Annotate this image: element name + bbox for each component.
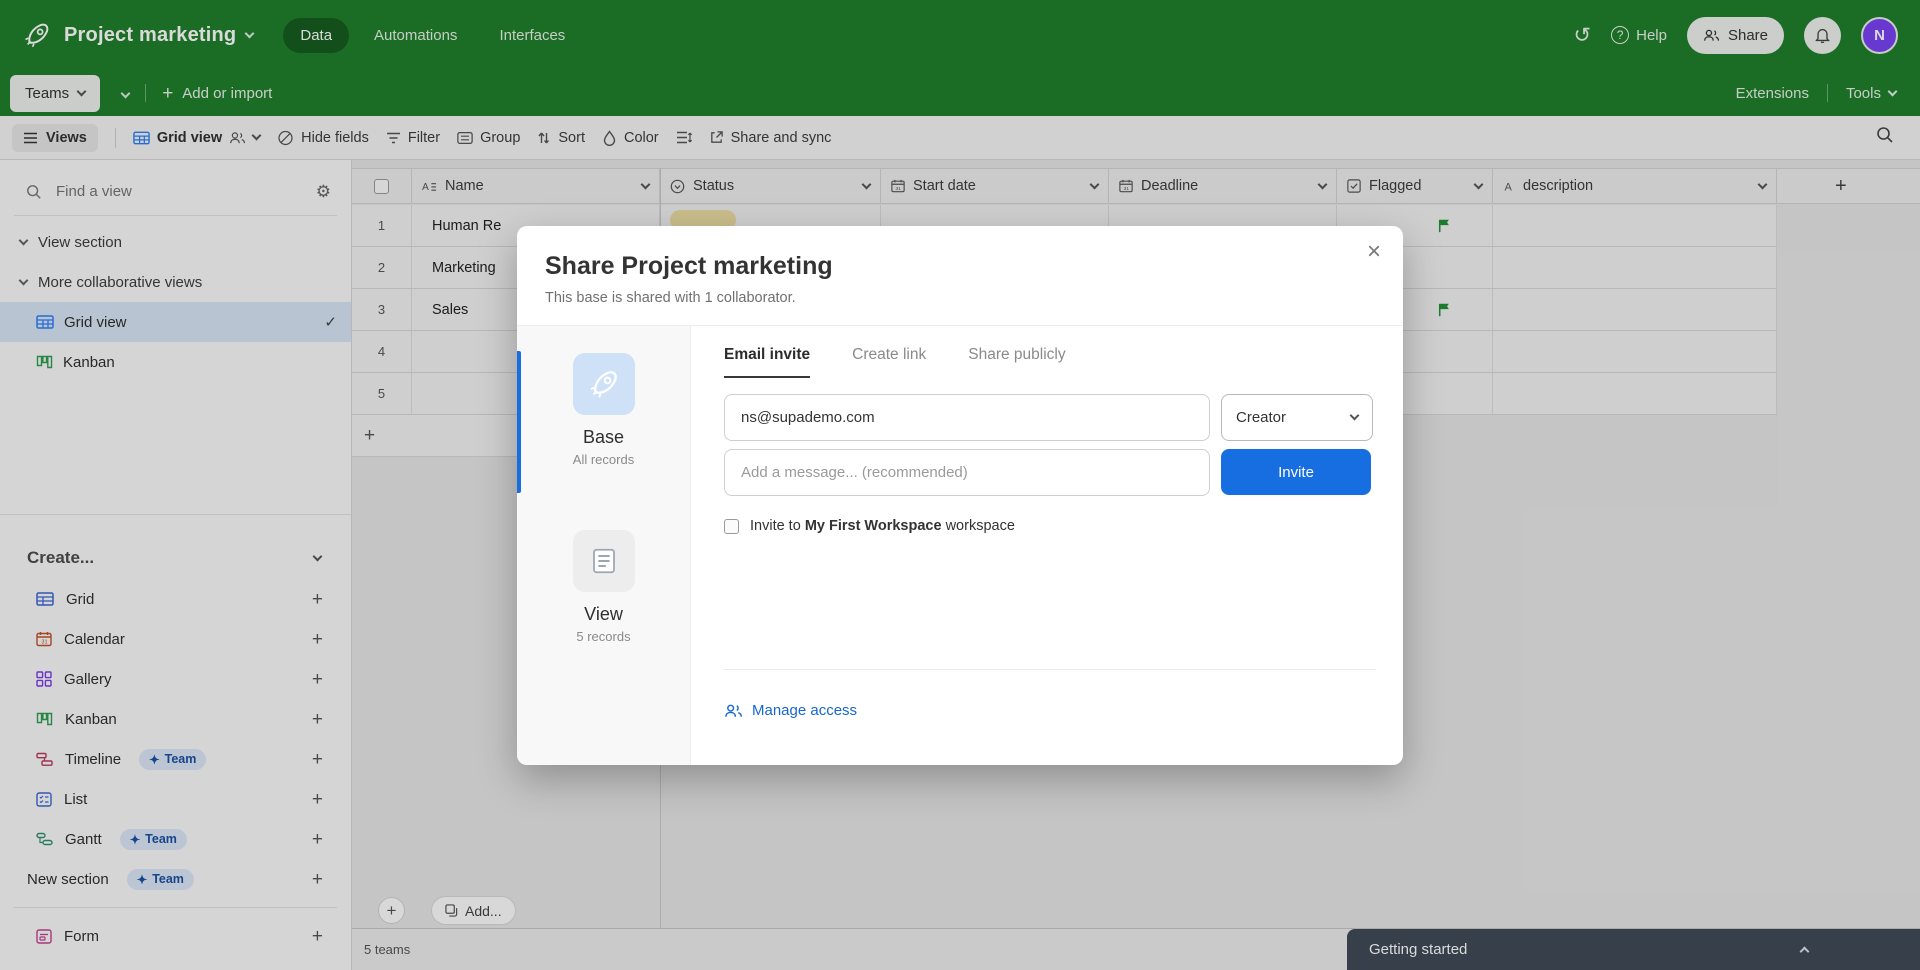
invite-row: Creator	[724, 394, 1376, 441]
workspace-name: My First Workspace	[805, 518, 942, 534]
scope-item-base[interactable]: Base All records	[517, 353, 690, 493]
share-dialog-header: Share Project marketing This base is sha…	[517, 226, 1403, 326]
email-input[interactable]	[724, 394, 1210, 441]
scope-label: View	[584, 604, 623, 625]
workspace-invite-label: Invite to My First Workspace workspace	[750, 518, 1015, 534]
message-input[interactable]	[724, 449, 1210, 496]
share-dialog-footer: Manage access	[724, 669, 1376, 765]
scope-item-view[interactable]: View 5 records	[517, 530, 690, 670]
share-scope-rail: Base All records View 5 records	[517, 326, 691, 765]
workspace-invite-checkbox[interactable]	[724, 519, 739, 534]
app-window: Project marketing Data Automations Inter…	[0, 0, 1920, 970]
share-dialog: Share Project marketing This base is sha…	[517, 226, 1403, 765]
tab-share-publicly[interactable]: Share publicly	[968, 346, 1065, 378]
share-dialog-content: Email invite Create link Share publicly …	[691, 326, 1403, 765]
share-dialog-body: Base All records View 5 records Email in…	[517, 326, 1403, 765]
base-tile	[573, 353, 635, 415]
workspace-invite-row: Invite to My First Workspace workspace	[724, 518, 1376, 534]
manage-access-link[interactable]: Manage access	[752, 702, 857, 719]
permission-value: Creator	[1236, 409, 1286, 426]
dialog-subtitle: This base is shared with 1 collaborator.	[545, 290, 1375, 306]
chevron-down-icon	[1350, 411, 1360, 421]
rocket-icon	[587, 367, 621, 401]
scope-sublabel: 5 records	[576, 629, 630, 644]
manage-access-icon	[724, 703, 743, 719]
share-tabs: Email invite Create link Share publicly	[724, 346, 1376, 378]
message-row: Invite	[724, 449, 1376, 496]
tab-email-invite[interactable]: Email invite	[724, 346, 810, 378]
selected-indicator	[517, 351, 521, 493]
close-icon[interactable]: ×	[1367, 240, 1381, 264]
dialog-title: Share Project marketing	[545, 252, 1375, 281]
scope-sublabel: All records	[573, 452, 634, 467]
view-sheet-icon	[589, 546, 619, 576]
scope-label: Base	[583, 427, 624, 448]
tab-create-link[interactable]: Create link	[852, 346, 926, 378]
view-tile	[573, 530, 635, 592]
permission-dropdown[interactable]: Creator	[1221, 394, 1373, 441]
invite-button[interactable]: Invite	[1221, 449, 1371, 495]
